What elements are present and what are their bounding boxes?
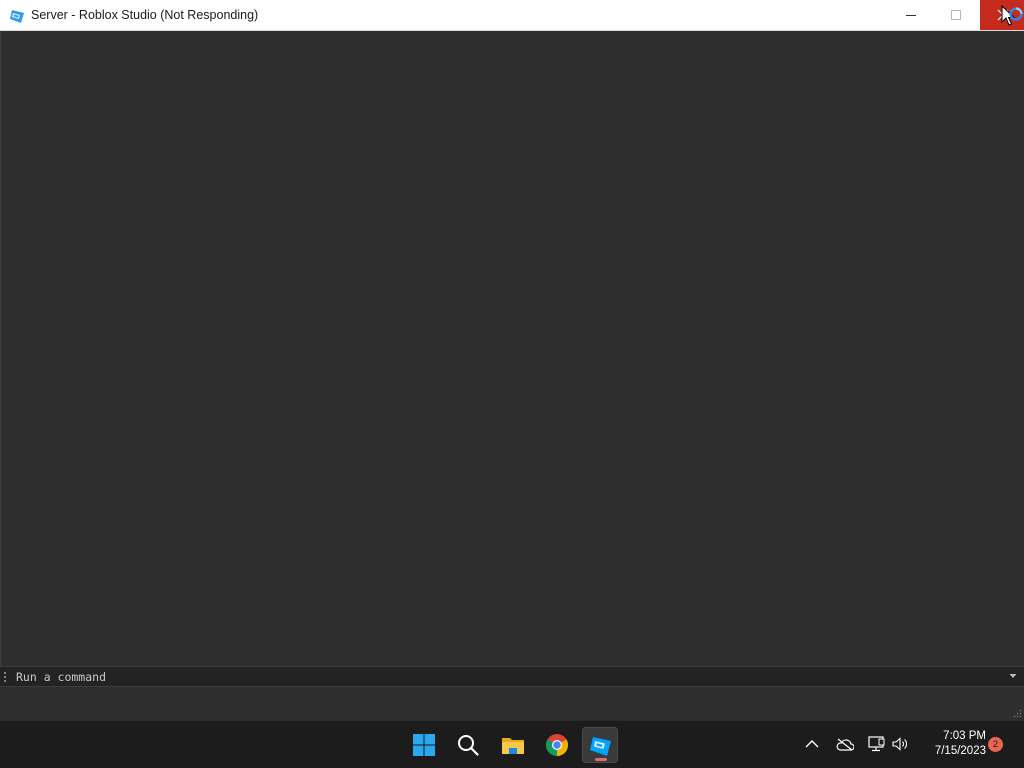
roblox-studio-icon xyxy=(9,8,25,24)
minimize-icon xyxy=(906,15,916,16)
network-icon[interactable] xyxy=(868,736,886,752)
chevron-up-icon[interactable] xyxy=(805,739,819,748)
chrome-button[interactable] xyxy=(539,727,575,763)
notification-badge[interactable]: 2 xyxy=(988,737,1003,752)
resize-grip-icon[interactable] xyxy=(1013,709,1022,718)
maximize-icon xyxy=(951,10,961,20)
folder-icon xyxy=(502,738,524,754)
roblox-studio-taskbar-button[interactable] xyxy=(582,727,618,763)
search-button[interactable] xyxy=(450,727,486,763)
chrome-icon xyxy=(546,734,568,756)
busy-cursor-icon xyxy=(1001,5,1023,26)
window-title: Server - Roblox Studio (Not Responding) xyxy=(31,8,259,22)
studio-viewport[interactable] xyxy=(0,31,1024,666)
volume-icon[interactable] xyxy=(892,737,908,751)
clock-date: 7/15/2023 xyxy=(934,745,986,757)
maximize-button[interactable] xyxy=(933,0,979,30)
title-bar[interactable]: Server - Roblox Studio (Not Responding) xyxy=(0,0,1024,31)
minimize-button[interactable] xyxy=(888,0,934,30)
system-clock[interactable]: 7:03 PM 7/15/2023 xyxy=(914,729,986,759)
windows-start-icon xyxy=(413,734,435,756)
file-explorer-button[interactable] xyxy=(495,727,531,763)
onedrive-offline-icon[interactable] xyxy=(836,738,854,751)
roblox-studio-icon xyxy=(590,737,611,756)
search-icon xyxy=(458,735,479,756)
status-bar xyxy=(0,687,1024,720)
taskbar: 7:03 PM 7/15/2023 2 xyxy=(0,720,1024,768)
clock-time: 7:03 PM xyxy=(943,730,986,742)
command-bar xyxy=(0,666,1024,687)
start-button[interactable] xyxy=(406,727,442,763)
active-indicator xyxy=(595,758,607,761)
drag-grip-icon[interactable] xyxy=(3,671,7,683)
chevron-down-icon[interactable] xyxy=(1009,673,1017,679)
command-input[interactable] xyxy=(14,668,998,685)
